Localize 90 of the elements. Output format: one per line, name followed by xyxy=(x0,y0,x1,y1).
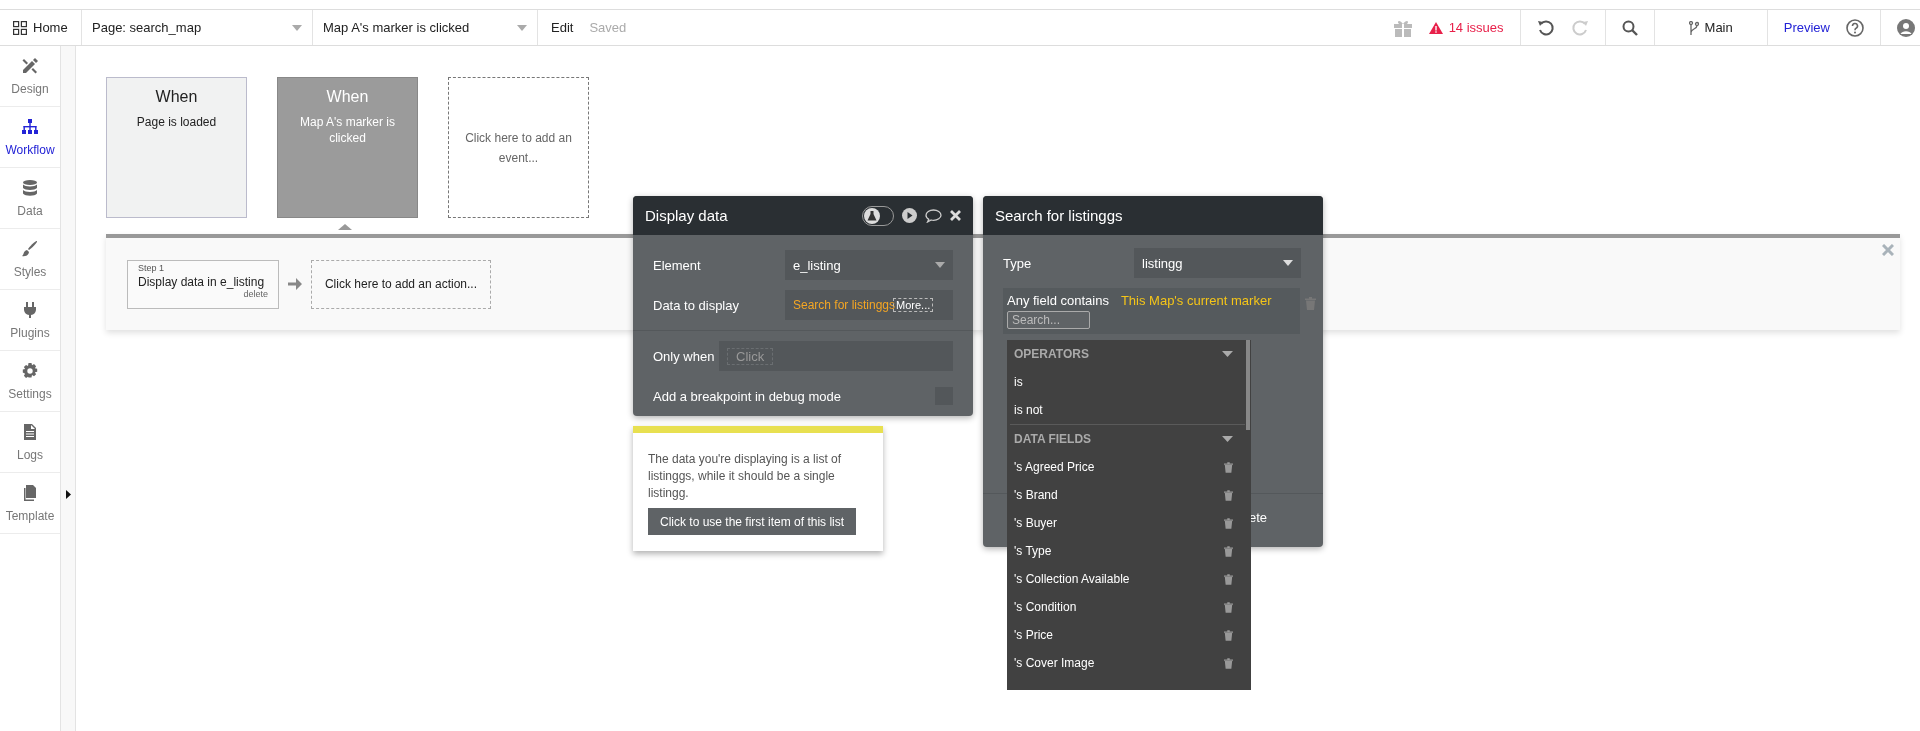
menu-item[interactable]: 's Condition xyxy=(1007,593,1251,621)
caret-icon xyxy=(1222,351,1233,357)
hierarchy-icon xyxy=(21,117,39,136)
expression-field[interactable]: Search for listinggsMore... xyxy=(785,290,953,320)
branch-selector[interactable]: Main xyxy=(1688,20,1733,35)
edit-menu[interactable]: Edit xyxy=(551,20,574,35)
home-link[interactable]: Home xyxy=(33,20,68,35)
pencil-ruler-icon xyxy=(21,56,39,75)
caret-icon xyxy=(935,262,945,268)
add-event-card[interactable]: Click here to add an event... xyxy=(448,77,589,218)
constraint-value[interactable]: This Map's current marker xyxy=(1120,293,1272,308)
sidebar-item[interactable]: Logs xyxy=(0,412,60,473)
caret-icon xyxy=(517,24,527,31)
menu-item[interactable]: 's Collection Available xyxy=(1007,565,1251,593)
type-dropdown[interactable]: listingg xyxy=(1134,248,1301,278)
arrow-icon xyxy=(288,278,302,290)
section-header[interactable]: DATA FIELDS xyxy=(1010,424,1245,453)
menu-item[interactable]: 's Cover Image xyxy=(1007,649,1251,677)
menu-item[interactable]: 's Agreed Price xyxy=(1007,453,1251,481)
brush-icon xyxy=(21,239,39,258)
event-card[interactable]: When Page is loaded xyxy=(106,77,247,218)
field-label: Add a breakpoint in debug mode xyxy=(653,388,841,404)
step-label: Display data in e_listing xyxy=(138,274,266,289)
add-action-card[interactable]: Click here to add an action... xyxy=(311,259,491,309)
trash-icon[interactable] xyxy=(1224,461,1233,473)
caret-icon xyxy=(1283,260,1293,266)
sidebar-item[interactable]: Plugins xyxy=(0,290,60,351)
branch-icon xyxy=(1688,20,1699,35)
sidebar-item[interactable]: Workflow xyxy=(0,107,60,168)
menu-item[interactable]: 's Buyer xyxy=(1007,509,1251,537)
warning-icon xyxy=(1428,21,1443,34)
close-icon[interactable] xyxy=(950,210,961,221)
sidebar-item[interactable]: Template xyxy=(0,473,60,534)
constraint-label: Any field contains xyxy=(1007,293,1109,308)
field-label: Type xyxy=(1003,255,1032,271)
delete-link[interactable]: delete xyxy=(243,288,268,299)
field-label: Element xyxy=(653,257,701,273)
sidebar-item[interactable]: Design xyxy=(0,46,60,107)
page-dropdown[interactable]: Page: search_map xyxy=(82,10,313,45)
trash-icon[interactable] xyxy=(1224,517,1233,529)
event-label: Map A's marker is clicked xyxy=(299,114,396,146)
issues-link[interactable]: 14 issues xyxy=(1428,20,1504,35)
panel-title: Display data xyxy=(645,207,728,224)
pages-icon xyxy=(21,483,39,502)
step-number: Step 1 xyxy=(138,262,166,273)
menu-item[interactable]: is not xyxy=(1007,396,1251,424)
menu-item[interactable]: 's Brand xyxy=(1007,481,1251,509)
trash-icon[interactable] xyxy=(1224,657,1233,669)
help-icon[interactable] xyxy=(1846,18,1864,37)
field-label: Data to display xyxy=(653,297,739,313)
panel-title: Search for listinggs xyxy=(995,207,1123,224)
comment-icon[interactable] xyxy=(925,208,942,223)
document-icon xyxy=(21,422,39,441)
database-icon xyxy=(21,178,39,197)
warning-text: The data you're displaying is a list of listinggs, while it should be a single listingg. xyxy=(648,451,843,502)
gift-icon[interactable] xyxy=(1392,18,1413,37)
menu-item[interactable]: is xyxy=(1007,368,1251,396)
trash-icon[interactable] xyxy=(1224,545,1233,557)
event-dropdown[interactable]: Map A's marker is clicked xyxy=(313,10,538,45)
grid-icon xyxy=(13,20,27,35)
action-step[interactable]: Step 1 Display data in e_listing delete xyxy=(127,259,279,309)
use-first-item-button[interactable]: Click to use the first item of this list xyxy=(648,508,857,535)
search-icon[interactable] xyxy=(1621,19,1638,36)
gear-icon xyxy=(21,361,39,380)
element-dropdown[interactable]: e_listing xyxy=(785,250,953,280)
search-field[interactable]: Search... xyxy=(1007,311,1090,329)
flask-icon xyxy=(867,210,877,221)
trash-icon[interactable] xyxy=(1224,629,1233,641)
sidebar-item[interactable]: Settings xyxy=(0,351,60,412)
save-status: Saved xyxy=(589,20,627,35)
sidebar-item[interactable]: Data xyxy=(0,168,60,229)
section-header[interactable]: OPERATORS xyxy=(1007,340,1245,368)
menu-item[interactable]: 's Type xyxy=(1007,537,1251,565)
play-icon[interactable] xyxy=(902,208,917,223)
field-label: Only when xyxy=(653,348,715,364)
sidebar-item[interactable]: Styles xyxy=(0,229,60,290)
event-title: When xyxy=(154,88,199,106)
trash-icon[interactable] xyxy=(1224,601,1233,613)
undo-icon[interactable] xyxy=(1536,18,1555,37)
plug-icon xyxy=(21,300,39,319)
trash-icon[interactable] xyxy=(1224,573,1233,585)
avatar-icon[interactable] xyxy=(1897,18,1915,37)
preview-link[interactable]: Preview xyxy=(1783,20,1830,35)
caret-icon xyxy=(1222,436,1233,442)
event-label: Page is loaded xyxy=(135,114,218,130)
menu-item[interactable]: 's Price xyxy=(1007,621,1251,649)
expand-arrow-icon[interactable] xyxy=(66,490,71,499)
trash-icon[interactable] xyxy=(1224,489,1233,501)
event-title: When xyxy=(325,88,370,106)
caret-icon xyxy=(292,24,302,31)
